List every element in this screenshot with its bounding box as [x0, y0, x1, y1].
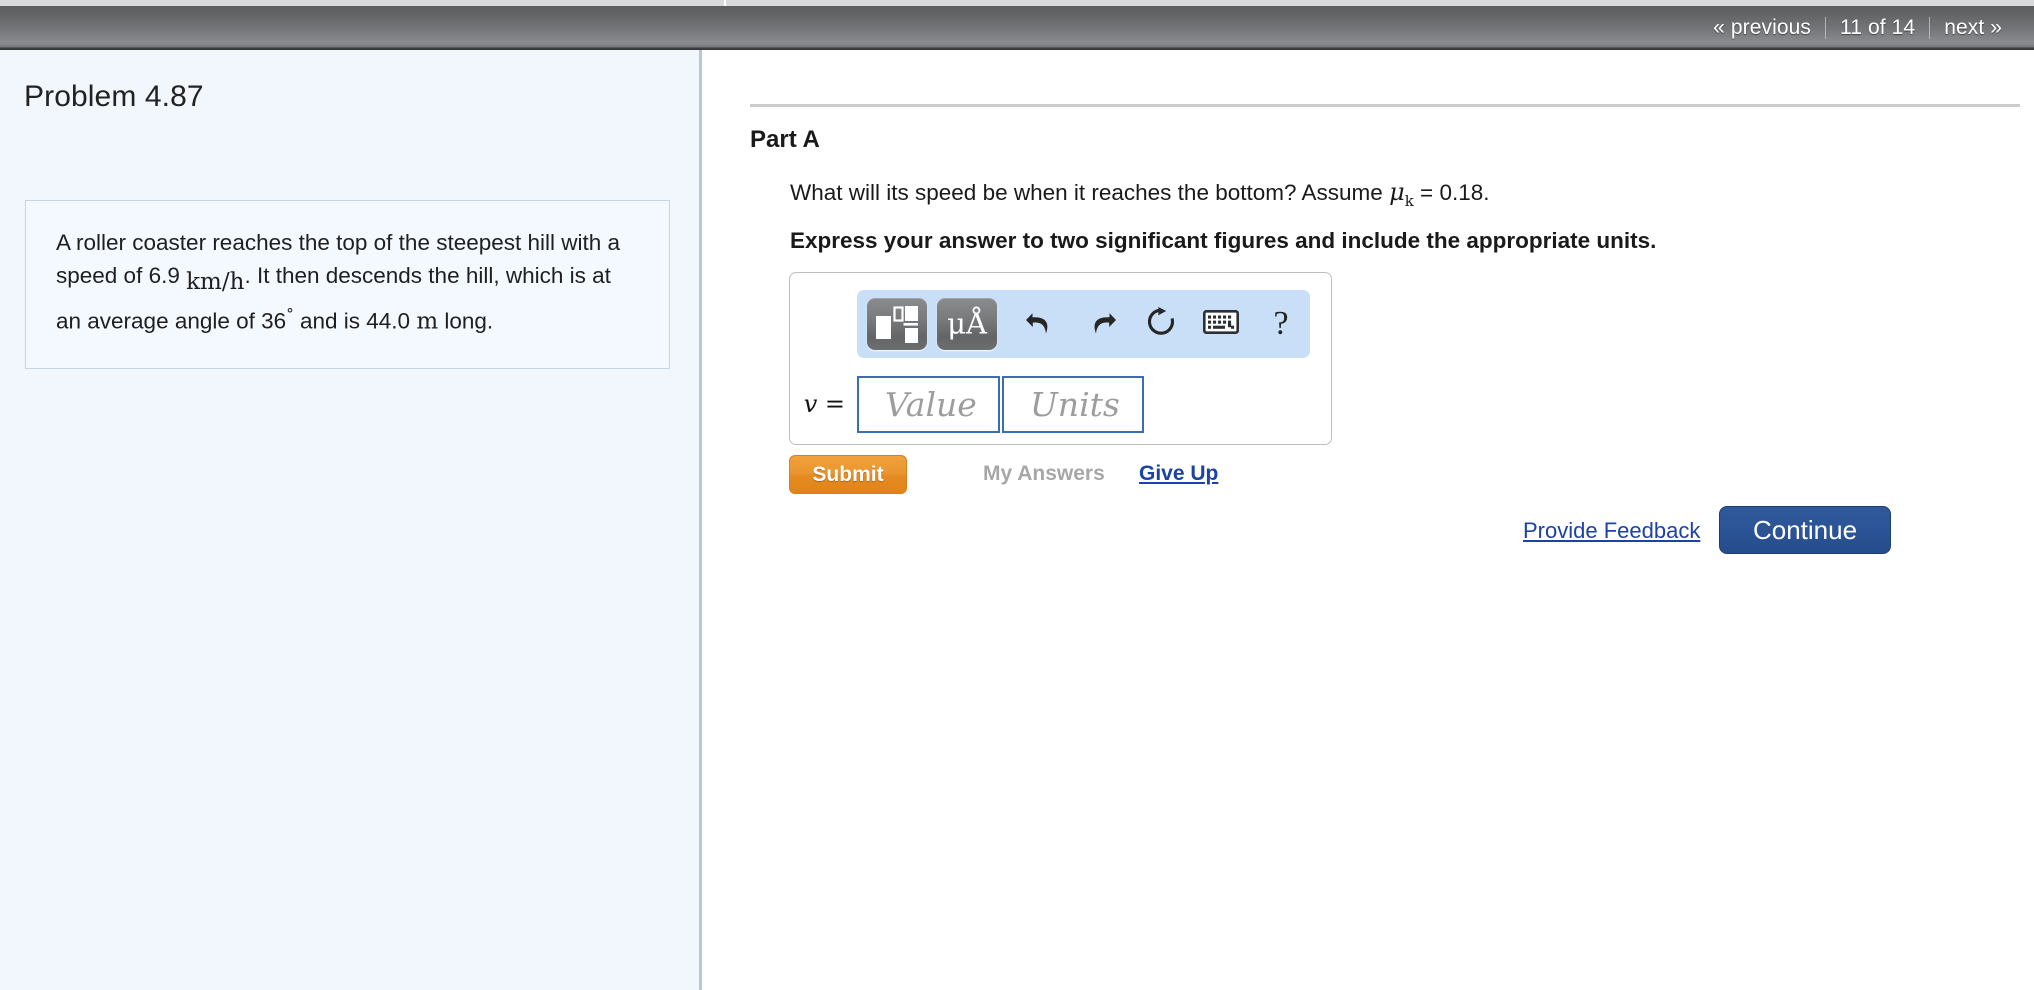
reset-button[interactable] — [1131, 298, 1191, 350]
answer-input-row: v = — [790, 373, 1331, 435]
reset-circular-arrow-icon — [1145, 306, 1177, 343]
length-unit-meters: m — [416, 308, 439, 335]
answer-panel: Part A What will its speed be when it re… — [702, 50, 2034, 990]
previous-link[interactable]: « previous — [1699, 16, 1825, 40]
mu-subscript: k — [1404, 191, 1414, 210]
value-input[interactable] — [857, 375, 1000, 433]
redo-button[interactable] — [1071, 298, 1131, 350]
statement-text-part-3: and is 44.0 — [299, 308, 411, 334]
units-button[interactable]: μÅ — [937, 298, 997, 350]
math-template-button[interactable] — [867, 298, 927, 350]
mu-k-symbol: μk — [1389, 178, 1414, 210]
undo-button[interactable] — [1011, 298, 1071, 350]
speed-unit-km-per-h: km/h — [186, 268, 245, 295]
next-link[interactable]: next » — [1930, 16, 2016, 40]
part-label: Part A — [750, 126, 820, 153]
answer-entry-box: μÅ ? v = Value Units — [789, 272, 1332, 445]
units-input[interactable] — [1002, 375, 1144, 433]
question-value: = 0.18. — [1420, 180, 1490, 205]
keyboard-icon — [1202, 309, 1240, 340]
mu-glyph: μ — [1389, 178, 1405, 206]
give-up-link[interactable]: Give Up — [1139, 462, 1218, 486]
answer-toolbar: μÅ ? — [857, 290, 1310, 358]
statement-text-part-4: long. — [444, 308, 494, 334]
nav-links-group: « previous 11 of 14 next » — [1699, 6, 2016, 50]
nav-separator-right — [1929, 17, 1931, 39]
problem-panel: Problem 4.87 A roller coaster reaches th… — [0, 50, 699, 990]
navigation-bar: « previous 11 of 14 next » — [0, 6, 2034, 50]
part-divider-rule — [750, 104, 2020, 107]
problem-title: Problem 4.87 — [24, 80, 204, 113]
nav-separator-left — [1825, 17, 1827, 39]
help-button[interactable]: ? — [1251, 298, 1311, 350]
submit-button[interactable]: Submit — [789, 455, 907, 494]
redo-arrow-icon — [1084, 307, 1118, 342]
provide-feedback-link[interactable]: Provide Feedback — [1523, 518, 1700, 544]
problem-statement-text: A roller coaster reaches the top of the … — [56, 227, 639, 338]
degree-symbol: ° — [286, 305, 294, 324]
problem-statement-box: A roller coaster reaches the top of the … — [25, 200, 670, 370]
question-text: What will its speed be when it reaches t… — [790, 178, 1489, 210]
micro-angstrom-icon: μÅ — [947, 306, 987, 341]
continue-button[interactable]: Continue — [1719, 506, 1891, 554]
help-question-mark-icon: ? — [1273, 305, 1289, 342]
my-answers-label[interactable]: My Answers — [983, 462, 1105, 486]
keyboard-button[interactable] — [1191, 298, 1251, 350]
undo-arrow-icon — [1024, 307, 1058, 342]
variable-label: v = — [803, 390, 845, 418]
instruction-text: Express your answer to two significant f… — [790, 228, 1657, 253]
page-position-label: 11 of 14 — [1840, 16, 1916, 39]
question-text-body: What will its speed be when it reaches t… — [790, 180, 1383, 205]
